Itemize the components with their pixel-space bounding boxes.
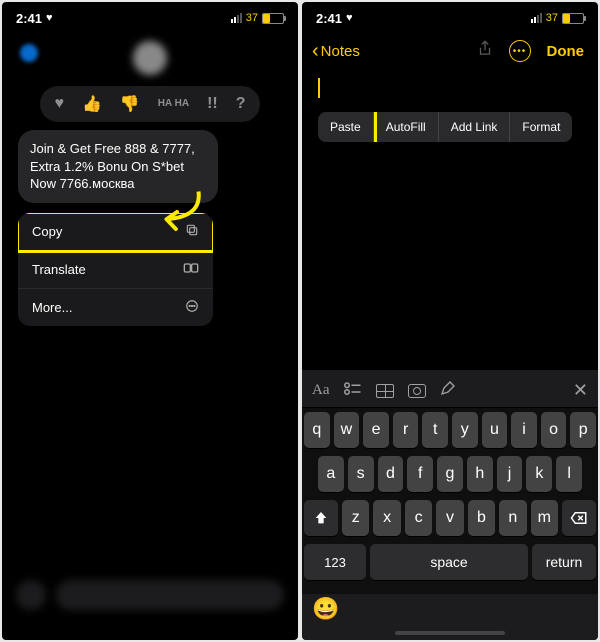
menu-translate-label: Translate (32, 262, 86, 277)
menu-addlink[interactable]: Add Link (439, 112, 511, 142)
menu-copy-label: Copy (32, 224, 62, 239)
back-indicator[interactable] (20, 44, 38, 62)
key-i[interactable]: i (511, 412, 537, 448)
battery-icon (562, 13, 584, 24)
edit-context-menu: Paste AutoFill Add Link Format (318, 112, 572, 142)
chevron-left-icon: ‹ (312, 41, 319, 61)
battery-icon (262, 13, 284, 24)
home-indicator[interactable] (395, 631, 505, 635)
battery-percent: 37 (546, 12, 558, 24)
key-v[interactable]: v (436, 500, 463, 536)
key-return[interactable]: return (532, 544, 596, 580)
keyboard: Aa ✕ q w e r t y u (302, 370, 598, 640)
keyboard-toolbar: Aa ✕ (302, 374, 598, 408)
message-text-input[interactable] (56, 580, 284, 610)
key-a[interactable]: a (318, 456, 344, 492)
key-g[interactable]: g (437, 456, 463, 492)
signal-icon (231, 13, 242, 23)
key-d[interactable]: d (378, 456, 404, 492)
notes-nav-bar: ‹ Notes ••• Done (302, 30, 598, 74)
key-f[interactable]: f (407, 456, 433, 492)
key-o[interactable]: o (541, 412, 567, 448)
attach-button[interactable] (16, 580, 46, 610)
reaction-question-icon[interactable]: ? (236, 95, 246, 113)
key-m[interactable]: m (531, 500, 558, 536)
menu-more[interactable]: More... (18, 289, 213, 326)
checklist-icon[interactable] (344, 382, 362, 400)
back-label: Notes (321, 43, 360, 60)
menu-autofill[interactable]: AutoFill (374, 112, 439, 142)
reaction-thumbsup-icon[interactable]: 👍 (82, 94, 102, 114)
key-u[interactable]: u (482, 412, 508, 448)
key-123[interactable]: 123 (304, 544, 366, 580)
key-s[interactable]: s (348, 456, 374, 492)
reaction-heart-icon[interactable]: ♥ (54, 95, 64, 113)
status-time: 2:41 (16, 11, 42, 26)
key-h[interactable]: h (467, 456, 493, 492)
format-aa-button[interactable]: Aa (312, 382, 330, 399)
key-b[interactable]: b (468, 500, 495, 536)
key-delete[interactable] (562, 500, 596, 536)
messages-screen: 2:41 ♥ 37 ♥ 👍 👎 HA HA !! ? (2, 2, 298, 640)
camera-icon[interactable] (408, 384, 426, 398)
translate-icon (183, 261, 199, 278)
key-j[interactable]: j (497, 456, 523, 492)
menu-format[interactable]: Format (510, 112, 572, 142)
key-c[interactable]: c (405, 500, 432, 536)
key-w[interactable]: w (334, 412, 360, 448)
table-icon[interactable] (376, 384, 394, 398)
reaction-haha-icon[interactable]: HA HA (158, 99, 189, 109)
share-icon[interactable] (477, 40, 493, 63)
key-k[interactable]: k (526, 456, 552, 492)
notes-screen: 2:41 ♥ 37 ‹ Notes ••• Done (302, 2, 598, 640)
menu-translate[interactable]: Translate (18, 251, 213, 289)
message-input-bar (2, 570, 298, 620)
conversation-header (2, 30, 298, 82)
reaction-thumbsdown-icon[interactable]: 👎 (120, 94, 140, 114)
key-y[interactable]: y (452, 412, 478, 448)
key-x[interactable]: x (373, 500, 400, 536)
done-button[interactable]: Done (547, 43, 585, 60)
keyboard-row-3: z x c v b n m (304, 500, 596, 536)
key-e[interactable]: e (363, 412, 389, 448)
more-ellipsis-icon (185, 299, 199, 316)
key-shift[interactable] (304, 500, 338, 536)
more-button[interactable]: ••• (509, 40, 531, 62)
key-q[interactable]: q (304, 412, 330, 448)
menu-more-label: More... (32, 300, 72, 315)
key-z[interactable]: z (342, 500, 369, 536)
heart-icon: ♥ (346, 12, 353, 24)
menu-paste[interactable]: Paste (318, 112, 374, 142)
status-time: 2:41 (316, 11, 342, 26)
heart-icon: ♥ (46, 12, 53, 24)
back-button[interactable]: ‹ Notes (312, 41, 360, 61)
status-bar: 2:41 ♥ 37 (302, 2, 598, 30)
contact-avatar[interactable] (133, 41, 167, 75)
key-r[interactable]: r (393, 412, 419, 448)
keyboard-row-4: 123 space return (304, 544, 596, 580)
battery-percent: 37 (246, 12, 258, 24)
annotation-arrow (145, 183, 209, 242)
status-bar: 2:41 ♥ 37 (2, 2, 298, 30)
key-l[interactable]: l (556, 456, 582, 492)
signal-icon (531, 13, 542, 23)
text-cursor (318, 78, 320, 98)
keyboard-row-1: q w e r t y u i o p (304, 412, 596, 448)
key-p[interactable]: p (570, 412, 596, 448)
reaction-exclaim-icon[interactable]: !! (207, 95, 218, 113)
key-n[interactable]: n (499, 500, 526, 536)
keyboard-close-icon[interactable]: ✕ (573, 380, 588, 401)
tapback-reaction-bar: ♥ 👍 👎 HA HA !! ? (40, 86, 259, 122)
key-t[interactable]: t (422, 412, 448, 448)
keyboard-row-2: a s d f g h j k l (304, 456, 596, 492)
key-space[interactable]: space (370, 544, 528, 580)
markup-pen-icon[interactable] (440, 380, 456, 401)
emoji-button[interactable]: 😀 (312, 596, 339, 622)
